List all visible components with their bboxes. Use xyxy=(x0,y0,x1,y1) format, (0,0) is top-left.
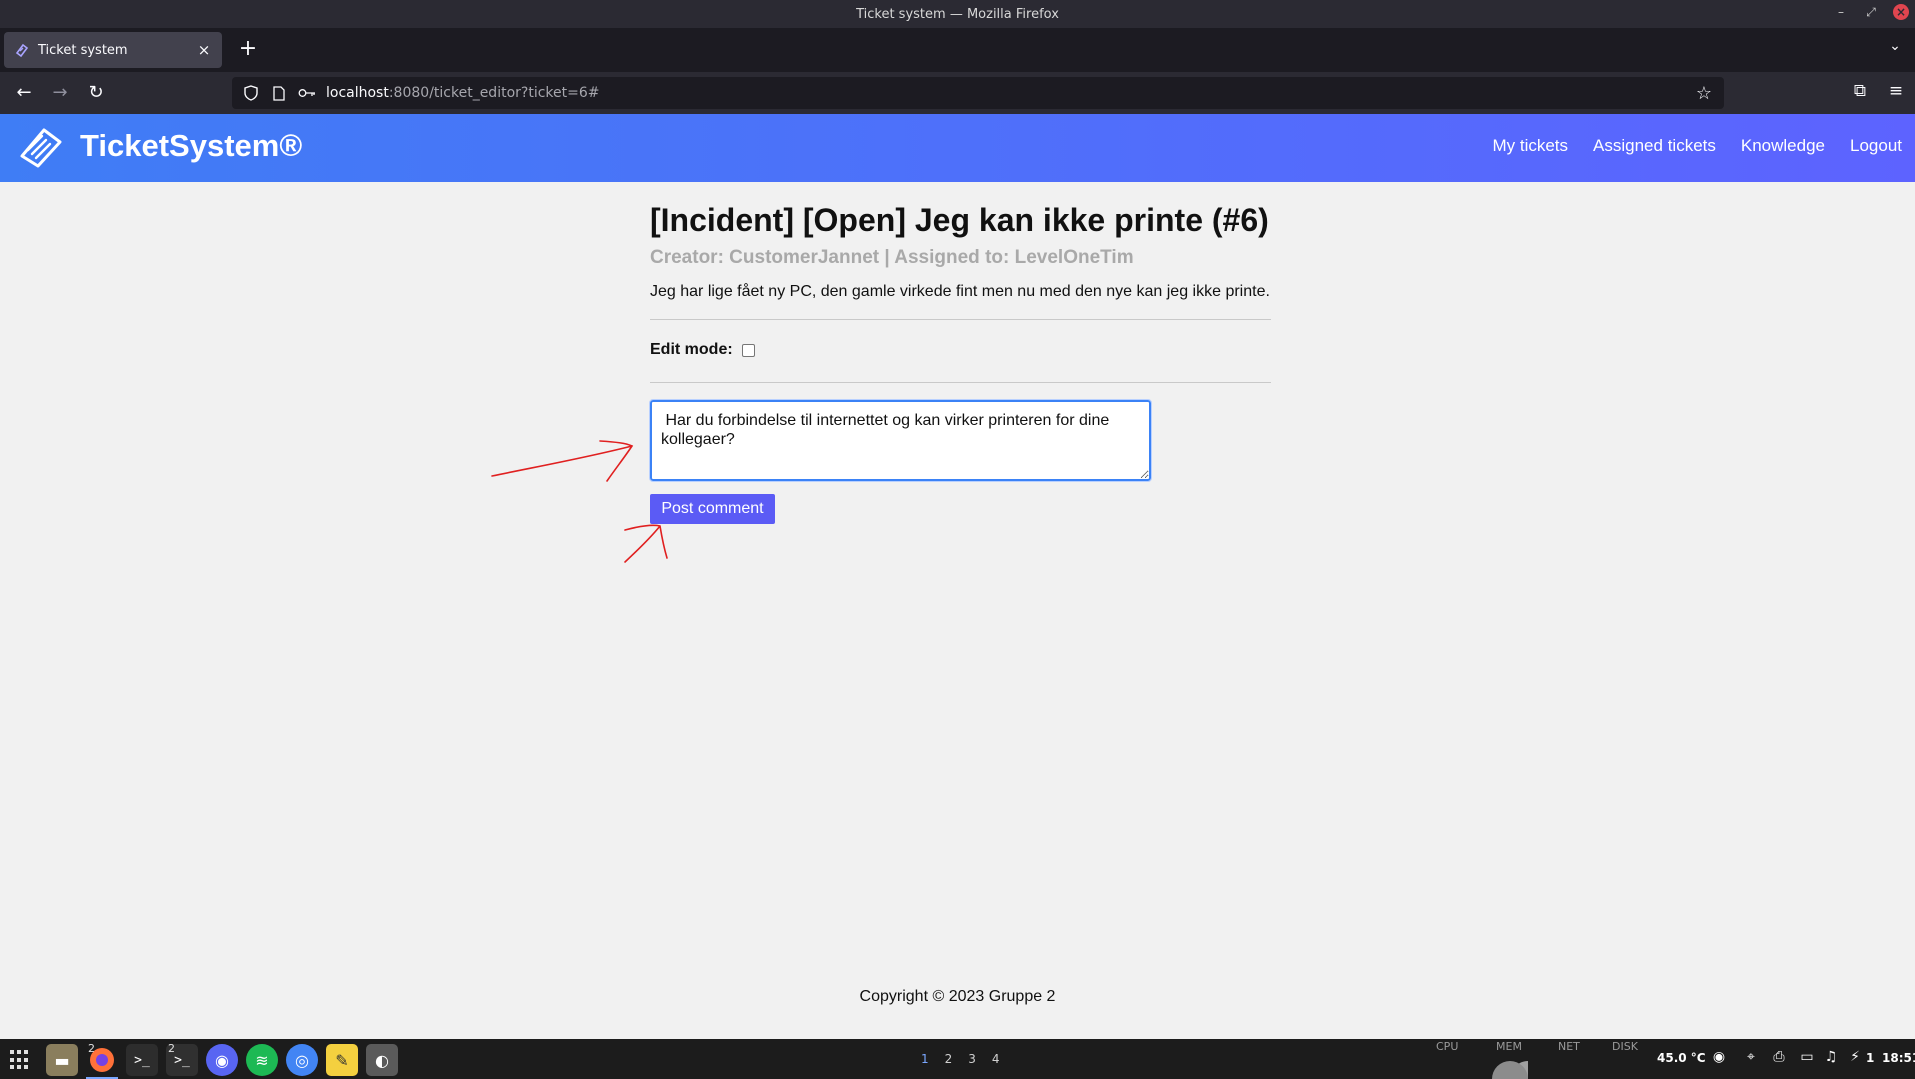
chrome-icon[interactable]: ◎ xyxy=(286,1044,318,1076)
extensions-icon[interactable]: ⧉ xyxy=(1848,81,1872,105)
printer-icon[interactable]: ⎙ xyxy=(1770,1049,1788,1067)
location-icon[interactable]: ⌖ xyxy=(1742,1049,1760,1067)
post-comment-button[interactable]: Post comment xyxy=(650,494,775,524)
back-arrow-icon[interactable]: ← xyxy=(12,81,36,105)
clock: 18:51 xyxy=(1882,1051,1915,1065)
gimp-icon[interactable]: ◐ xyxy=(366,1044,398,1076)
ticket-meta: Creator: CustomerJannet | Assigned to: L… xyxy=(650,247,1134,268)
new-tab-button[interactable]: + xyxy=(234,36,262,64)
nav-my-tickets[interactable]: My tickets xyxy=(1492,136,1568,156)
ticket-logo-icon[interactable] xyxy=(18,126,64,170)
url-bar[interactable]: localhost:8080/ticket_editor?ticket=6# ☆ xyxy=(232,77,1724,109)
terminal-window-count: 2 xyxy=(168,1042,175,1055)
workspace-switcher: 1 2 3 4 xyxy=(921,1052,1000,1066)
nav-knowledge[interactable]: Knowledge xyxy=(1741,136,1825,156)
comment-textarea[interactable]: Har du forbindelse til internettet og ka… xyxy=(649,399,1152,482)
minimize-icon[interactable]: – xyxy=(1833,4,1849,20)
firefox-window-count: 2 xyxy=(88,1042,95,1055)
workspace-1[interactable]: 1 xyxy=(921,1052,929,1066)
reload-icon[interactable]: ↻ xyxy=(84,81,108,105)
net-label: NET xyxy=(1558,1040,1580,1053)
close-window-icon[interactable]: × xyxy=(1893,4,1909,20)
discord-icon[interactable]: ◉ xyxy=(206,1044,238,1076)
key-icon[interactable] xyxy=(298,84,316,102)
tracking-shield-icon[interactable] xyxy=(242,84,260,102)
temperature: 45.0 °C xyxy=(1657,1051,1706,1065)
site-nav: My tickets Assigned tickets Knowledge Lo… xyxy=(1492,136,1915,156)
tab-strip: Ticket system × + ⌄ xyxy=(0,28,1915,72)
app-grid-icon[interactable] xyxy=(10,1050,30,1070)
window-title: Ticket system — Mozilla Firefox xyxy=(856,6,1059,22)
files-icon[interactable]: ▬ xyxy=(46,1044,78,1076)
divider xyxy=(650,382,1271,383)
tray-count: 1 xyxy=(1866,1051,1875,1065)
browser-tab[interactable]: Ticket system × xyxy=(4,32,222,68)
window-controls: – ⤢ × xyxy=(1833,4,1909,20)
nav-logout[interactable]: Logout xyxy=(1850,136,1902,156)
brand-name[interactable]: TicketSystem® xyxy=(80,128,302,164)
taskbar: ▬ 2 >_ >_ 2 ◉ ≋ ◎ ✎ ◐ 1 2 3 4 CPU MEM NE… xyxy=(0,1039,1915,1079)
spotify-icon[interactable]: ≋ xyxy=(246,1044,278,1076)
bookmark-star-icon[interactable]: ☆ xyxy=(1696,83,1712,104)
notification-icon[interactable]: ⚡ xyxy=(1846,1049,1864,1067)
cpu-label: CPU xyxy=(1436,1040,1459,1053)
edit-mode-row: Edit mode: xyxy=(650,341,755,359)
disk-label: DISK xyxy=(1612,1040,1638,1053)
forward-arrow-icon[interactable]: → xyxy=(48,81,72,105)
footer-copyright: Copyright © 2023 Gruppe 2 xyxy=(859,988,1056,1005)
app-menu-icon[interactable]: ≡ xyxy=(1884,81,1908,105)
mem-label: MEM xyxy=(1496,1040,1522,1053)
browser-navbar: ← → ↻ localhost:8080/ticket_editor?ticke… xyxy=(0,72,1915,114)
maximize-icon[interactable]: ⤢ xyxy=(1863,4,1879,20)
arrow-to-comment-box xyxy=(491,440,634,482)
url-path: :8080/ticket_editor?ticket=6# xyxy=(388,85,600,101)
tab-close-icon[interactable]: × xyxy=(196,41,212,59)
workspace-3[interactable]: 3 xyxy=(968,1052,976,1066)
page-info-icon[interactable] xyxy=(270,84,288,102)
music-icon[interactable]: ♫ xyxy=(1822,1049,1840,1067)
tab-title: Ticket system xyxy=(38,42,128,58)
discord-tray-icon[interactable]: ◉ xyxy=(1710,1049,1728,1067)
edit-mode-checkbox[interactable] xyxy=(741,343,755,357)
url-host: localhost xyxy=(326,85,389,101)
site-header: TicketSystem® My tickets Assigned ticket… xyxy=(0,114,1915,182)
divider xyxy=(650,319,1271,320)
arrow-to-post-button xyxy=(624,524,668,563)
list-tabs-icon[interactable]: ⌄ xyxy=(1885,38,1905,58)
display-icon[interactable]: ▭ xyxy=(1798,1049,1816,1067)
window-titlebar: Ticket system — Mozilla Firefox – ⤢ × xyxy=(0,0,1915,28)
terminal-icon[interactable]: >_ xyxy=(126,1044,158,1076)
ticket-title: [Incident] [Open] Jeg kan ikke printe (#… xyxy=(650,202,1269,238)
ticket-favicon-icon xyxy=(14,42,30,58)
workspace-4[interactable]: 4 xyxy=(992,1052,1000,1066)
mem-graph-icon xyxy=(1492,1061,1528,1079)
workspace-2[interactable]: 2 xyxy=(945,1052,953,1066)
ticket-description: Jeg har lige fået ny PC, den gamle virke… xyxy=(650,283,1270,300)
nav-assigned-tickets[interactable]: Assigned tickets xyxy=(1593,136,1716,156)
edit-mode-label: Edit mode: xyxy=(650,341,733,358)
notes-icon[interactable]: ✎ xyxy=(326,1044,358,1076)
